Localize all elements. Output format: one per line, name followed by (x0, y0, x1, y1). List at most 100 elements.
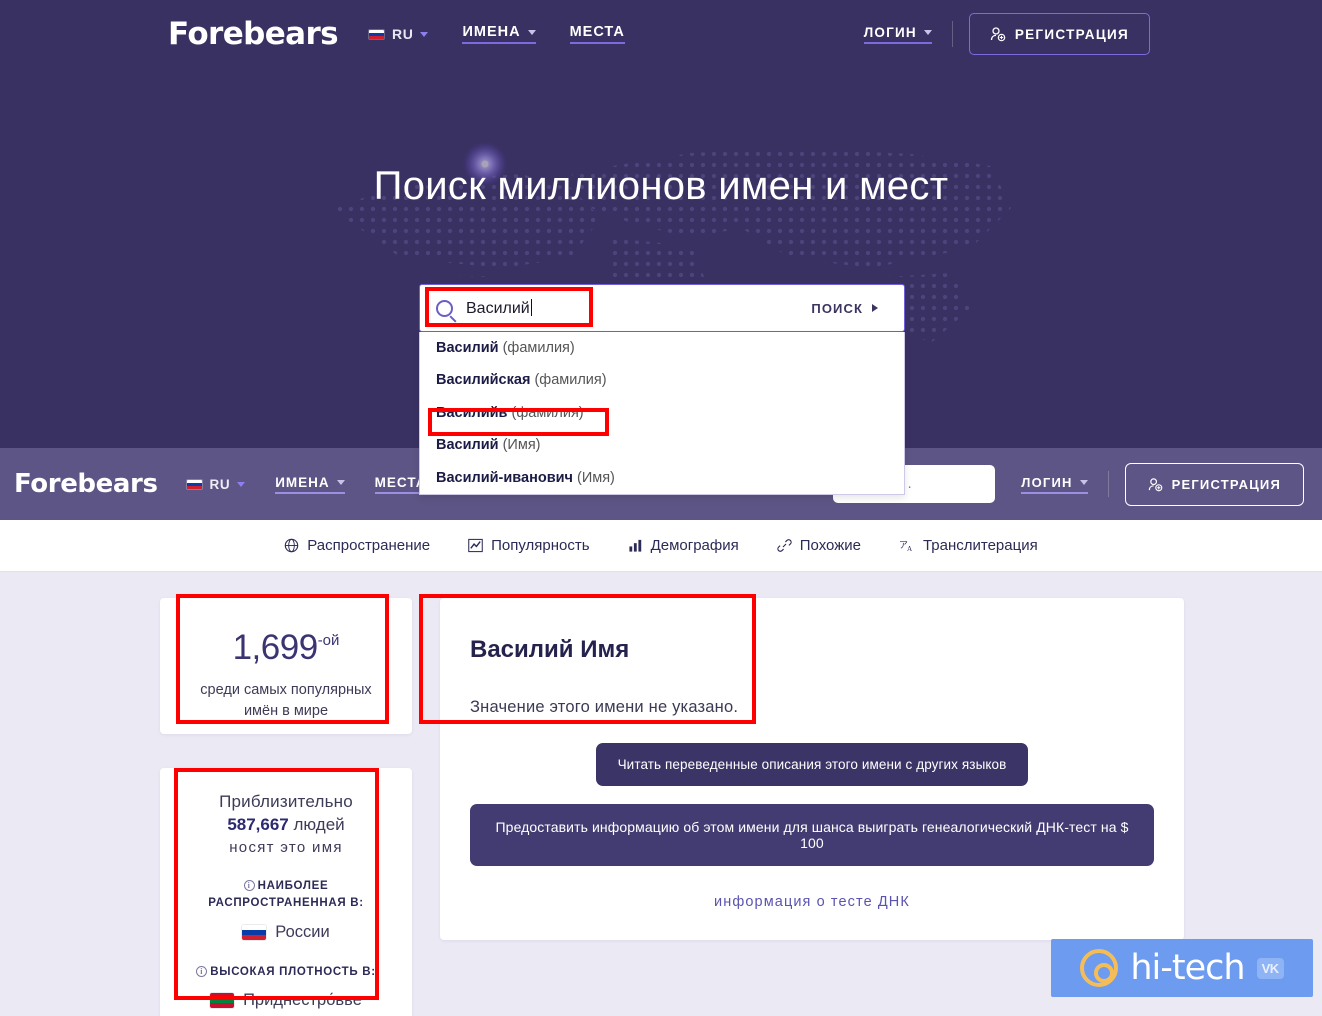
tab-navigation: Распространение Популярность Демография (0, 520, 1322, 572)
flag-russia-icon (368, 28, 386, 40)
suggestion-kind: (фамилия) (502, 340, 575, 356)
tab-transliteration[interactable]: ア A Транслитерация (899, 537, 1038, 554)
register-label: РЕГИСТРАЦИЯ (1171, 476, 1281, 492)
hero-nav-right: ЛОГИН РЕГИСТРАЦИЯ (863, 13, 1150, 55)
flag-russia-icon (185, 478, 203, 490)
chevron-down-icon (336, 479, 345, 485)
at-icon (1080, 949, 1119, 987)
nav-divider (951, 21, 953, 47)
language-label: RU (392, 26, 414, 42)
density-country[interactable]: Приднестро́вье (174, 991, 398, 1010)
link-icon (777, 539, 792, 552)
suggestion-item[interactable]: Василий-иванович (Имя) (420, 462, 904, 494)
dna-test-info-link[interactable]: информация о тесте ДНК (470, 894, 1154, 910)
chevron-down-icon (923, 29, 932, 35)
login-button[interactable]: ЛОГИН (863, 24, 932, 44)
text-cursor (530, 298, 532, 316)
tab-popularity[interactable]: Популярность (468, 537, 590, 554)
population-count-suffix: людей (293, 815, 345, 834)
population-card: Приблизительно 587,667 людей носят это и… (160, 768, 412, 1016)
register-label: РЕГИСТРАЦИЯ (1014, 26, 1129, 42)
search-input[interactable]: Василий (466, 298, 801, 318)
logo-forebears[interactable]: Forebears (168, 16, 339, 52)
search-widget: Василий ПОИСК Василий (фамилия) Василийс… (419, 284, 905, 496)
population-line2: 587,667 людей (174, 815, 398, 835)
watermark-text: hi-tech (1130, 948, 1245, 988)
search-input-value: Василий (466, 299, 530, 317)
most-common-label: i НАИБОЛЕЕ РАСПРОСТРАНЕННАЯ В: (174, 878, 398, 913)
login-label: ЛОГИН (863, 24, 917, 40)
chevron-down-icon (1079, 479, 1088, 485)
language-selector[interactable]: RU (368, 26, 429, 42)
search-submit-button[interactable]: ПОИСК (801, 301, 898, 316)
login-button[interactable]: ЛОГИН (1021, 474, 1088, 494)
rank-subtitle: среди самых популярных имён в мире (176, 680, 396, 722)
search-bar[interactable]: Василий ПОИСК (419, 284, 905, 332)
register-button[interactable]: РЕГИСТРАЦИЯ (968, 13, 1150, 55)
nav-item-names[interactable]: ИМЕНА (275, 475, 345, 494)
user-add-icon (990, 27, 1006, 42)
suggestion-kind: (фамилия) (534, 372, 607, 389)
suggestion-item[interactable]: Василийв (фамилия) (420, 397, 904, 429)
suggestion-name: Василий (436, 340, 499, 356)
name-info-card: Василий Имя Значение этого имени не указ… (440, 598, 1184, 940)
suggestion-kind: (фамилия) (511, 404, 584, 421)
suggestion-item[interactable]: Василий (фамилия) (420, 332, 904, 364)
read-translations-button[interactable]: Читать переведенные описания этого имени… (595, 743, 1029, 786)
trend-chart-icon (468, 538, 483, 553)
info-circle-icon[interactable]: i (243, 880, 255, 891)
rank-suffix: -ой (317, 632, 340, 649)
nav-item-places-label: МЕСТА (569, 24, 625, 40)
chevron-down-icon (527, 29, 536, 35)
left-column: 1,699-ой среди самых популярных имён в м… (160, 598, 412, 1016)
tab-distribution[interactable]: Распространение (284, 537, 430, 554)
tab-similar-label: Похожие (799, 537, 861, 554)
vk-badge-icon: VK (1256, 957, 1284, 979)
rank-card: 1,699-ой среди самых популярных имён в м… (160, 598, 412, 734)
flag-russia-icon (242, 924, 267, 940)
population-line1: Приблизительно (219, 792, 353, 811)
chevron-right-icon (872, 304, 878, 312)
tab-demography[interactable]: Демография (628, 537, 739, 554)
language-selector[interactable]: RU (185, 476, 246, 492)
register-button[interactable]: РЕГИСТРАЦИЯ (1124, 462, 1304, 506)
login-label: ЛОГИН (1021, 474, 1073, 490)
search-submit-label: ПОИСК (811, 300, 863, 316)
logo-forebears[interactable]: Forebears (14, 469, 158, 499)
most-common-label-line1: НАИБОЛЕЕ (257, 880, 329, 892)
most-common-country-label: России (275, 922, 330, 941)
nav-item-names-label: ИМЕНА (462, 24, 521, 40)
tab-similar[interactable]: Похожие (777, 537, 861, 554)
rank-subtitle-line1: среди самых популярных (200, 682, 372, 698)
suggestion-kind: (Имя) (576, 469, 615, 486)
nav-item-places[interactable]: МЕСТА (569, 24, 625, 44)
bar-chart-icon (628, 539, 641, 552)
suggestion-name: Василийская (436, 372, 531, 389)
search-suggestions-list: Василий (фамилия) Василийская (фамилия) … (419, 332, 905, 496)
suggestion-item-vasiliy-name[interactable]: Василий (Имя) (420, 429, 904, 461)
submit-info-dna-button[interactable]: Предоставить информацию об этом имени дл… (470, 804, 1154, 866)
tab-popularity-label: Популярность (491, 537, 590, 554)
suggestion-kind: (Имя) (502, 437, 541, 454)
suggestion-name: Василийв (436, 404, 508, 421)
nav-divider (1107, 471, 1109, 497)
tab-distribution-label: Распространение (307, 537, 431, 554)
suggestion-name: Василий (436, 437, 499, 454)
tab-demography-label: Демография (650, 537, 739, 554)
result-page: Forebears RU ИМЕНА МЕСТА Поиск . . . ЛОГ… (0, 448, 1322, 1016)
info-circle-icon[interactable]: i (196, 965, 208, 977)
suggestion-name: Василий-иванович (436, 469, 573, 486)
chevron-down-icon (237, 481, 246, 487)
search-icon (436, 299, 453, 317)
hi-tech-watermark: hi-tech VK (1051, 939, 1313, 997)
page-title: Василий Имя (470, 636, 630, 663)
language-label: RU (209, 476, 231, 492)
nav-item-names[interactable]: ИМЕНА (462, 24, 536, 44)
rank-value-row: 1,699-ой (176, 628, 396, 668)
rank-subtitle-line2: имён в мире (243, 703, 329, 720)
hero-title: Поиск миллионов имен и мест (373, 164, 949, 208)
population-count: 587,667 (227, 815, 289, 834)
tab-transliteration-label: Транслитерация (922, 537, 1038, 554)
most-common-country[interactable]: России (174, 923, 398, 942)
suggestion-item[interactable]: Василийская (фамилия) (420, 364, 904, 396)
